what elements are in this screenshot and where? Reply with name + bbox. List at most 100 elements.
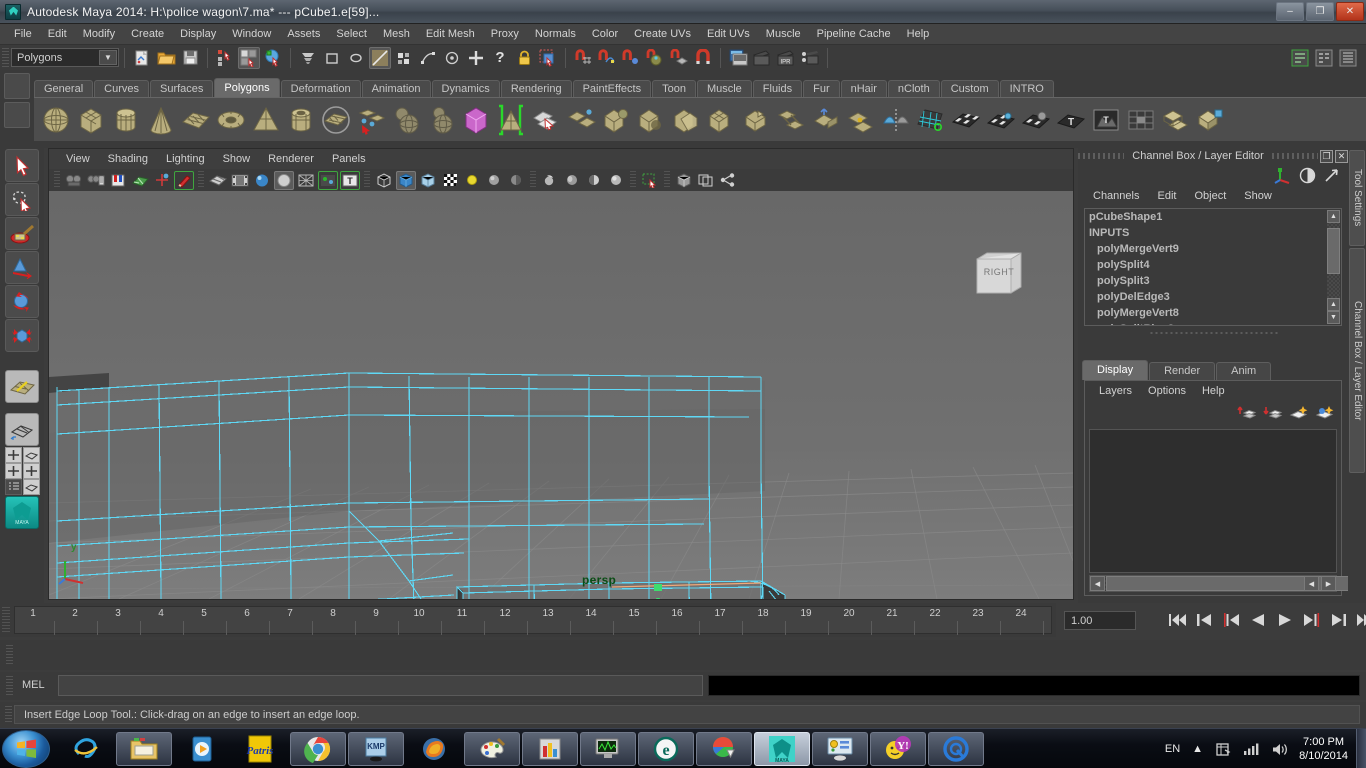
windows-start-icon[interactable] [2, 729, 50, 768]
move-layer-up-icon[interactable] [1237, 404, 1257, 421]
grease-pencil-icon[interactable] [174, 170, 194, 190]
separate-icon[interactable] [564, 103, 597, 136]
automatic-mapping-icon[interactable]: T [1054, 103, 1087, 136]
current-frame-field[interactable]: 1.00 [1064, 611, 1136, 630]
menu-edit-mesh[interactable]: Edit Mesh [418, 25, 483, 43]
magnet-icon[interactable] [692, 47, 714, 69]
shelf-tab-deformation[interactable]: Deformation [280, 80, 361, 98]
lasso-select-tool-icon[interactable] [5, 183, 39, 216]
viewport-menu-panels[interactable]: Panels [323, 153, 375, 165]
image-plane-icon[interactable] [130, 171, 150, 190]
select-curves-icon[interactable] [417, 47, 439, 69]
snap-to-projected-center-icon[interactable] [644, 47, 666, 69]
command-language-label[interactable]: MEL [22, 679, 45, 691]
selection-mask-icon[interactable] [537, 47, 559, 69]
bridge-icon[interactable] [774, 103, 807, 136]
chart-app-icon[interactable] [522, 731, 578, 766]
channel-box-input-0[interactable]: polyMergeVert9 [1085, 241, 1341, 257]
menu-pipeline-cache[interactable]: Pipeline Cache [809, 25, 899, 43]
help-question-icon[interactable]: ? [489, 47, 511, 69]
status-line-grip[interactable] [2, 47, 9, 68]
shelf-tab-menu-icon[interactable] [4, 73, 30, 99]
select-handles-icon[interactable] [441, 47, 463, 69]
shelf-tab-animation[interactable]: Animation [361, 80, 431, 98]
menu-set-selector[interactable]: Polygons ▼ [11, 48, 119, 67]
internet-explorer-icon[interactable] [58, 732, 114, 766]
poly-cube-icon[interactable] [74, 103, 107, 136]
open-attribute-editor-icon[interactable] [1289, 47, 1311, 69]
paint-select-tool-icon[interactable] [5, 217, 39, 250]
kmplayer-icon[interactable]: KMP [348, 731, 404, 766]
checker-icon[interactable] [440, 171, 460, 190]
quick-layout-hypergraph-icon[interactable] [4, 463, 22, 479]
snap-to-curve-icon[interactable] [596, 47, 618, 69]
textured-icon[interactable] [318, 170, 338, 190]
antialias-icon[interactable] [562, 171, 582, 190]
bevel-icon[interactable] [739, 103, 772, 136]
step-back-key-icon[interactable] [1219, 609, 1243, 631]
scroll-thumb[interactable] [1327, 228, 1340, 274]
vtab-tool-settings[interactable]: Tool Settings [1349, 150, 1365, 246]
flat-shade-icon[interactable] [274, 170, 294, 190]
menu-muscle[interactable]: Muscle [758, 25, 809, 43]
flag-icon[interactable] [1215, 741, 1231, 757]
layer-list[interactable] [1089, 429, 1337, 573]
chevron-up-icon[interactable]: ▲ [1192, 743, 1203, 755]
shelf-tab-nhair[interactable]: nHair [840, 80, 887, 98]
wireframe-icon[interactable] [296, 171, 316, 190]
viewport-toolbar-grip[interactable] [54, 171, 60, 189]
merge-icon[interactable] [844, 103, 877, 136]
booleans-union-icon[interactable] [599, 103, 632, 136]
scale-tool-icon[interactable] [5, 319, 39, 352]
tray-language-label[interactable]: EN [1165, 743, 1180, 755]
camera-attributes-icon[interactable] [86, 171, 106, 190]
shelf-tab-painteffects[interactable]: PaintEffects [572, 80, 652, 98]
menu-color[interactable]: Color [584, 25, 626, 43]
shaded-textured-icon[interactable] [418, 171, 438, 190]
two-d-pan-zoom-icon[interactable] [152, 171, 172, 190]
open-tool-settings-icon[interactable] [1313, 47, 1335, 69]
new-scene-icon[interactable] [131, 47, 153, 69]
bounding-box-icon[interactable] [374, 171, 394, 190]
select-by-object-icon[interactable] [238, 46, 260, 69]
smooth-icon[interactable] [704, 103, 737, 136]
channel-box-input-5[interactable]: polySplitRing8 [1085, 321, 1341, 325]
e-circle-icon[interactable]: e [638, 731, 694, 766]
shelf-options-menu-icon[interactable] [4, 102, 30, 128]
time-slider-grip[interactable] [2, 607, 10, 633]
select-lines-icon[interactable] [345, 47, 367, 69]
move-tool-icon[interactable] [5, 251, 39, 284]
step-forward-key-icon[interactable] [1300, 609, 1324, 631]
menu-create-uvs[interactable]: Create UVs [626, 25, 699, 43]
move-layer-down-icon[interactable] [1263, 404, 1283, 421]
layer-tab-display[interactable]: Display [1082, 360, 1149, 380]
use-default-material-icon[interactable]: T [340, 170, 360, 190]
smooth-shade-all-icon[interactable] [252, 171, 272, 190]
play-backwards-icon[interactable] [1246, 609, 1270, 631]
channel-box-list[interactable]: pCubeShape1 INPUTS polyMergeVert9 polySp… [1084, 208, 1342, 326]
isolate-select-icon[interactable] [640, 171, 660, 190]
attribute-editor-icon[interactable] [1323, 167, 1340, 184]
chevron-down-icon[interactable]: ▼ [99, 50, 117, 65]
channel-box-menu-object[interactable]: Object [1185, 190, 1235, 202]
channel-box-shape-node[interactable]: pCubeShape1 [1085, 209, 1341, 225]
shelf-tab-fluids[interactable]: Fluids [752, 80, 803, 98]
layer-menu-options[interactable]: Options [1140, 385, 1194, 397]
yahoo-messenger-icon[interactable]: Y! [870, 731, 926, 766]
layer-scroll-right-icon[interactable]: ▶ [1321, 576, 1336, 591]
shadows-icon[interactable] [484, 171, 504, 190]
mirror-geometry-icon[interactable] [879, 103, 912, 136]
time-slider[interactable]: 1 2 3 4 5 6 7 8 9 10 11 12 13 14 15 16 1… [0, 603, 1056, 637]
taskbar-clock[interactable]: 7:00 PM 8/10/2014 [1299, 735, 1348, 763]
panel-close-button[interactable]: ✕ [1335, 149, 1348, 163]
control-panel-icon[interactable] [812, 731, 868, 766]
step-back-frame-icon[interactable] [1192, 609, 1216, 631]
menu-help[interactable]: Help [899, 25, 938, 43]
viewport-menu-shading[interactable]: Shading [99, 153, 157, 165]
select-pivots-icon[interactable] [465, 47, 487, 69]
maximize-button[interactable]: ❐ [1306, 2, 1334, 21]
shelf-tab-rendering[interactable]: Rendering [500, 80, 572, 98]
shaded-display-icon[interactable] [396, 170, 416, 190]
close-button[interactable]: ✕ [1336, 2, 1364, 21]
wireframe-on-shaded-icon[interactable] [208, 171, 228, 190]
